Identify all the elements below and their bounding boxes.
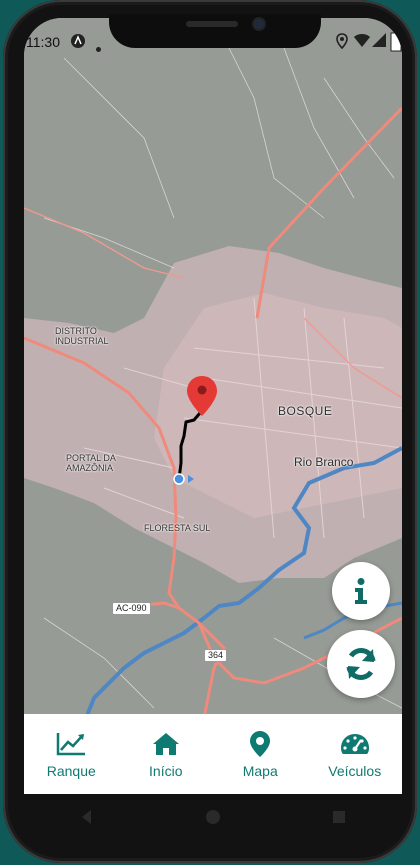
nav-veiculos[interactable]: Veículos (308, 714, 403, 794)
nav-ranque[interactable]: Ranque (24, 714, 119, 794)
map-pin-icon (250, 731, 271, 757)
nav-label-mapa: Mapa (242, 763, 278, 779)
app-notification-icon (70, 33, 86, 52)
label-bosque: BOSQUE (278, 404, 333, 418)
signal-icon (372, 33, 386, 50)
speaker (186, 21, 238, 27)
info-icon (355, 578, 367, 604)
phone-frame: DISTRITO INDUSTRIAL BOSQUE Rio Branco PO… (3, 0, 417, 863)
label-portal-da-amazonia: PORTAL DA AMAZÔNIA (66, 453, 116, 473)
nav-label-ranque: Ranque (46, 763, 96, 779)
home-icon (152, 733, 179, 755)
shield-364: 364 (204, 649, 228, 662)
screen: DISTRITO INDUSTRIAL BOSQUE Rio Branco PO… (24, 18, 402, 794)
shield-ac-090: AC-090 (112, 602, 151, 615)
recents-button[interactable] (331, 809, 347, 825)
front-camera (254, 19, 264, 29)
bottom-navigation: Ranque Início Mapa Veículos (24, 714, 402, 794)
wifi-icon (354, 33, 370, 50)
battery-icon (390, 30, 402, 55)
speedometer-icon (340, 734, 369, 754)
status-time: 11:30 (26, 34, 60, 50)
nav-label-inicio: Início (149, 763, 183, 779)
label-distrito-industrial: DISTRITO INDUSTRIAL (55, 326, 109, 346)
refresh-icon (346, 648, 376, 680)
nav-inicio[interactable]: Início (119, 714, 214, 794)
back-button[interactable] (79, 809, 95, 825)
refresh-button[interactable] (327, 630, 395, 698)
home-button[interactable] (205, 809, 221, 825)
label-rio-branco: Rio Branco (294, 455, 354, 469)
nav-mapa[interactable]: Mapa (213, 714, 308, 794)
nav-label-veiculos: Veículos (328, 763, 382, 779)
info-button[interactable] (332, 562, 390, 620)
dot-icon (96, 39, 101, 55)
chart-line-icon (57, 733, 86, 756)
location-icon (336, 33, 348, 52)
system-navigation-bar (24, 794, 402, 840)
notch (109, 14, 321, 48)
label-floresta-sul: FLORESTA SUL (144, 523, 211, 533)
